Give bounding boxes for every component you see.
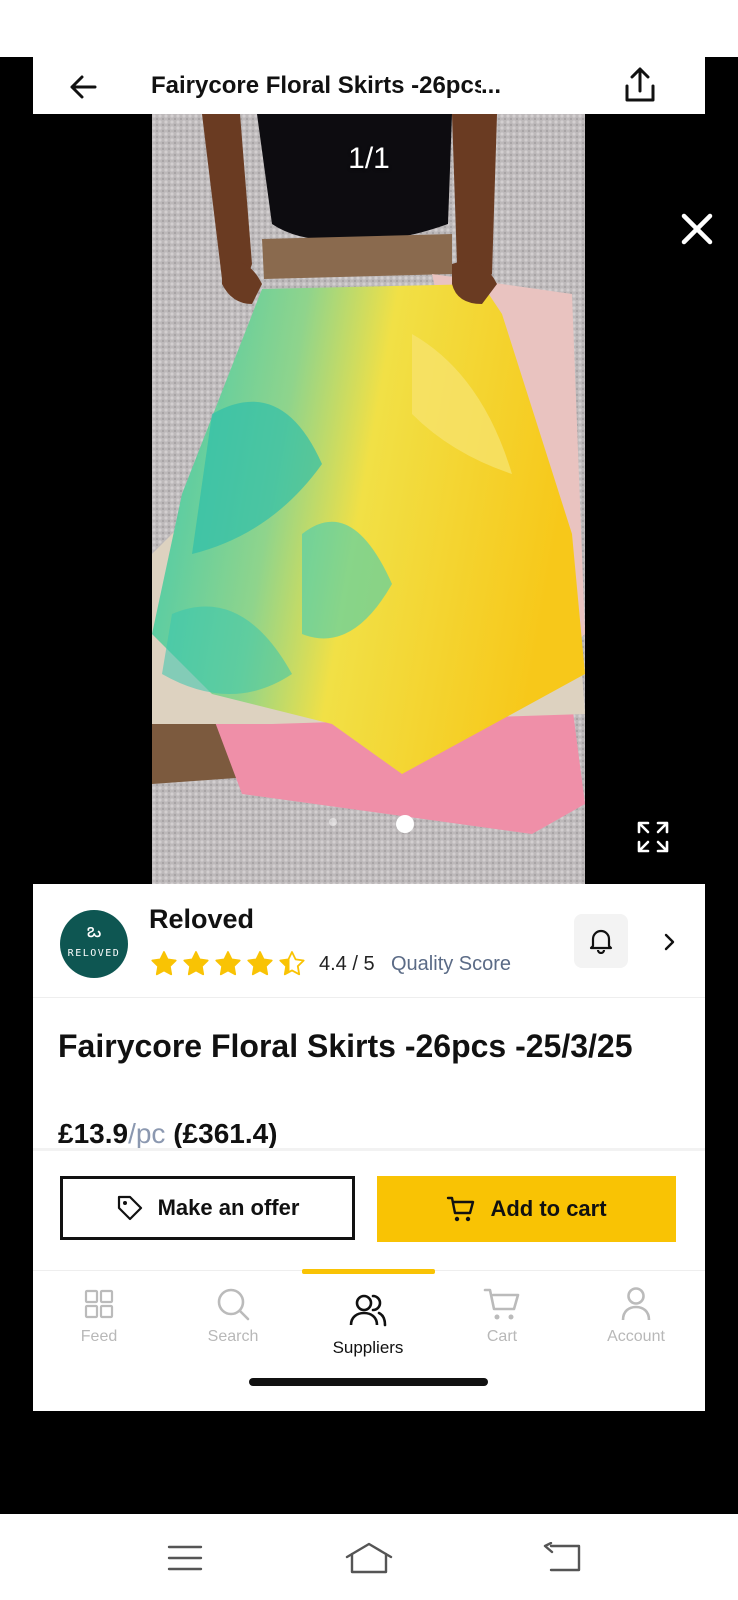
nav-suppliers[interactable]: Suppliers bbox=[302, 1282, 434, 1362]
product-title: Fairycore Floral Skirts -26pcs -25/3/25 bbox=[58, 1028, 633, 1064]
home-button[interactable] bbox=[339, 1536, 399, 1580]
cart-icon bbox=[483, 1288, 520, 1320]
chevron-right-icon bbox=[664, 933, 675, 951]
system-navigation-bar bbox=[0, 1514, 738, 1600]
cart-icon bbox=[447, 1196, 475, 1222]
price-row: £13.9/pc (£361.4) bbox=[58, 1116, 278, 1152]
add-to-cart-label: Add to cart bbox=[490, 1196, 607, 1221]
close-icon bbox=[681, 213, 713, 245]
carousel-dot[interactable] bbox=[329, 818, 337, 826]
rating-stars bbox=[150, 950, 306, 978]
make-offer-button[interactable]: Make an offer bbox=[60, 1176, 355, 1240]
product-photo-illustration bbox=[152, 114, 585, 884]
rating-value: 4.4 / 5 bbox=[319, 953, 375, 975]
seller-logo[interactable]: ఒ RELOVED bbox=[60, 910, 128, 978]
back-system-button[interactable] bbox=[532, 1536, 592, 1580]
make-offer-label: Make an offer bbox=[157, 1195, 300, 1220]
active-tab-indicator bbox=[302, 1269, 435, 1274]
quality-score-label[interactable]: Quality Score bbox=[391, 950, 511, 978]
fullscreen-button[interactable] bbox=[630, 814, 676, 860]
nav-search-label: Search bbox=[207, 1328, 259, 1345]
arrow-left-icon bbox=[70, 75, 97, 99]
nav-feed[interactable]: Feed bbox=[33, 1282, 165, 1362]
product-photo[interactable] bbox=[152, 114, 585, 884]
seller-logo-glyph: ఒ bbox=[86, 920, 102, 942]
seller-name[interactable]: Reloved bbox=[149, 904, 254, 935]
nav-cart-label: Cart bbox=[486, 1328, 518, 1345]
nav-account-label: Account bbox=[607, 1328, 665, 1345]
status-bar bbox=[0, 0, 738, 57]
app-header: Fairycore Floral Skirts -26pcs - ... bbox=[33, 57, 705, 114]
back-icon bbox=[543, 1542, 581, 1572]
close-button[interactable] bbox=[672, 204, 722, 254]
unit-price: £13.9 bbox=[58, 1118, 129, 1149]
seller-details-button[interactable] bbox=[655, 922, 685, 962]
unit-price-suffix: /pc bbox=[128, 1118, 166, 1149]
nav-account[interactable]: Account bbox=[570, 1282, 702, 1362]
image-counter: 1/1 bbox=[348, 142, 390, 175]
media-viewer: 1/1 bbox=[0, 114, 738, 884]
nav-feed-label: Feed bbox=[80, 1328, 118, 1345]
nav-cart[interactable]: Cart bbox=[436, 1282, 568, 1362]
divider bbox=[33, 997, 705, 998]
star-full-icon bbox=[215, 951, 241, 976]
expand-icon bbox=[637, 821, 669, 853]
back-button[interactable] bbox=[63, 67, 103, 107]
home-indicator[interactable] bbox=[249, 1378, 488, 1386]
users-icon bbox=[349, 1294, 387, 1327]
bell-icon bbox=[589, 929, 613, 954]
seller-logo-text: RELOVED bbox=[67, 948, 121, 959]
page-title-ellipsis: ... bbox=[481, 72, 502, 99]
carousel-dot-active[interactable] bbox=[396, 815, 414, 833]
home-icon bbox=[345, 1542, 393, 1574]
search-icon bbox=[217, 1288, 250, 1321]
star-full-icon bbox=[151, 951, 177, 976]
total-price: (£361.4) bbox=[173, 1118, 278, 1149]
add-to-cart-button[interactable]: Add to cart bbox=[377, 1176, 676, 1242]
tag-icon bbox=[117, 1195, 142, 1221]
user-icon bbox=[621, 1287, 651, 1321]
share-icon bbox=[625, 67, 655, 102]
menu-icon bbox=[167, 1545, 203, 1571]
nav-search[interactable]: Search bbox=[167, 1282, 299, 1362]
follow-notify-button[interactable] bbox=[574, 914, 628, 968]
product-panel: ఒ RELOVED Reloved 4.4 / 5 Quality Score … bbox=[33, 884, 705, 1411]
star-full-icon bbox=[247, 951, 273, 976]
page-title: Fairycore Floral Skirts -26pcs - bbox=[151, 72, 481, 99]
recent-apps-button[interactable] bbox=[155, 1536, 215, 1580]
star-full-icon bbox=[183, 951, 209, 976]
grid-icon bbox=[84, 1289, 114, 1319]
star-half-icon bbox=[279, 951, 305, 976]
divider bbox=[33, 1148, 705, 1151]
share-button[interactable] bbox=[618, 63, 662, 107]
nav-suppliers-label: Suppliers bbox=[332, 1338, 404, 1357]
